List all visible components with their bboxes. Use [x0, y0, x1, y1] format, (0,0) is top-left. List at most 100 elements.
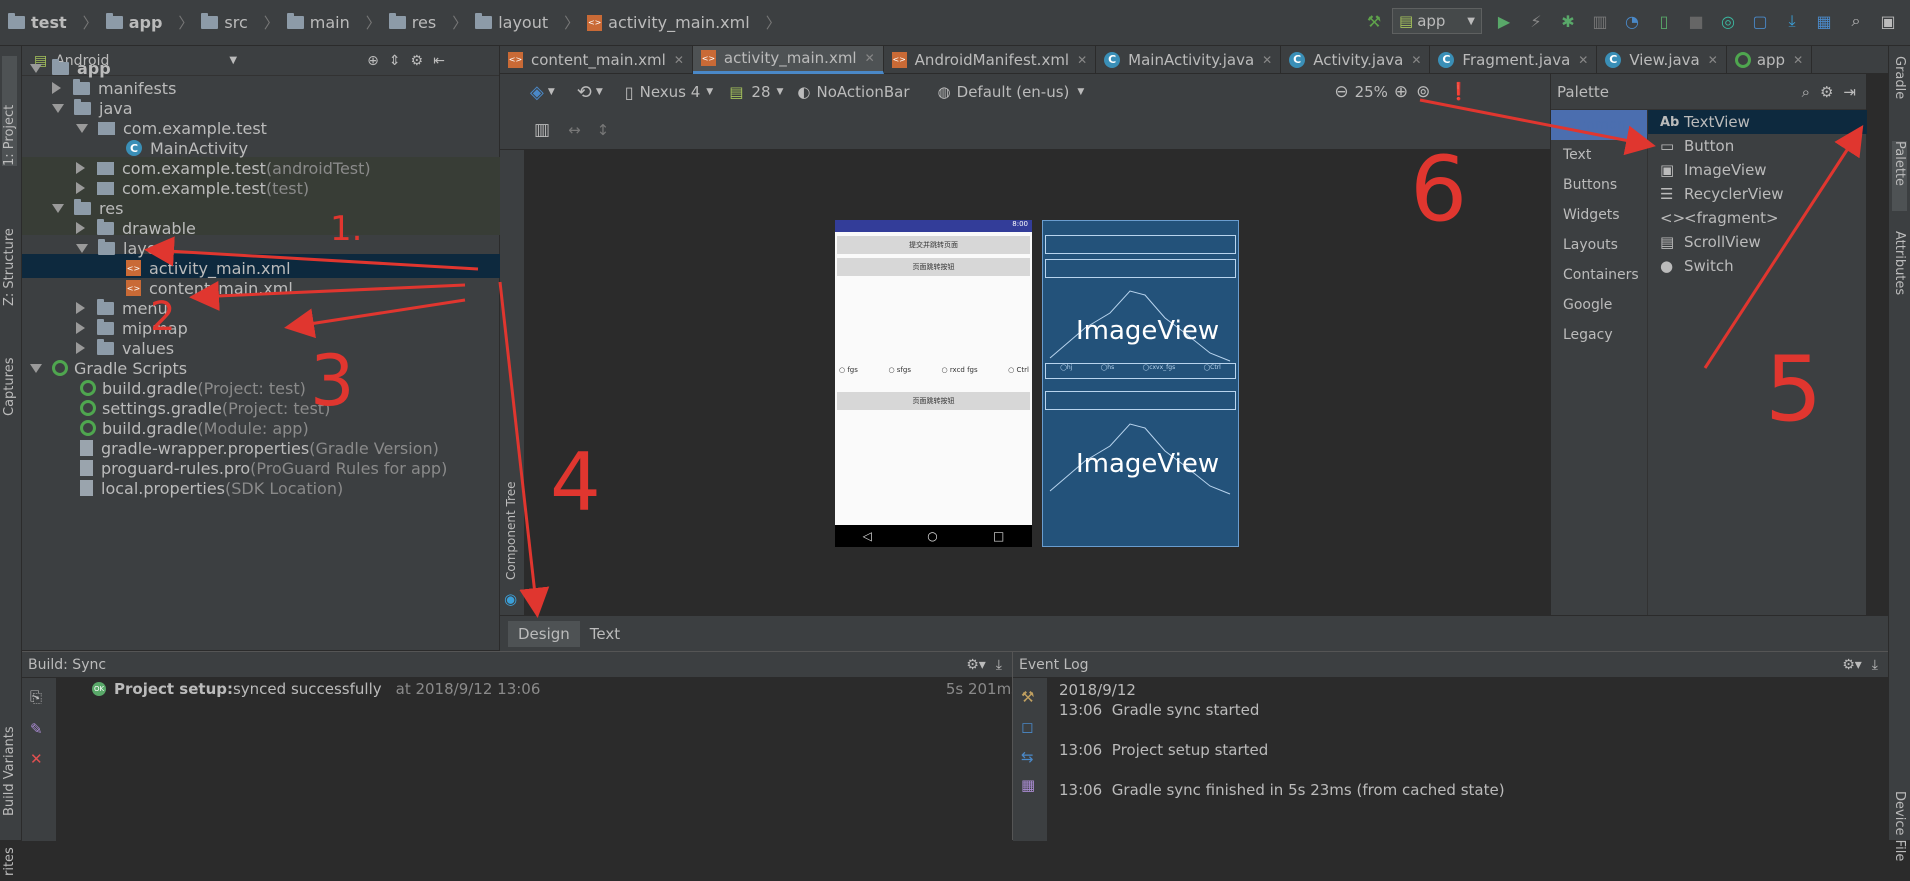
tab-android-manifest[interactable]: <> AndroidManifest.xml ✕ — [884, 45, 1097, 74]
gauge-icon[interactable]: ◔ — [1622, 11, 1642, 31]
palette-category[interactable]: Google — [1551, 290, 1647, 320]
tab-fragment-java[interactable]: C Fragment.java ✕ — [1430, 45, 1598, 74]
device-icon[interactable]: ▯ — [1654, 11, 1674, 31]
split-view-icon[interactable]: ▥ — [534, 120, 550, 140]
balloon-icon[interactable]: ◻ — [1021, 718, 1047, 736]
tab-content-main[interactable]: <> content_main.xml ✕ — [500, 45, 693, 74]
tree-item[interactable]: local.properties (SDK Location) — [80, 476, 343, 500]
breadcrumb-item[interactable]: main — [286, 0, 350, 46]
tool-tab-build-variants[interactable]: Build Variants — [2, 706, 17, 816]
palette-item-switch[interactable]: ● Switch — [1648, 254, 1867, 278]
close-icon[interactable]: ✕ — [30, 750, 56, 768]
crosshair-icon[interactable]: ⊕ — [367, 53, 379, 69]
settings-icon[interactable]: ⚒ — [1021, 688, 1047, 706]
close-icon[interactable]: ✕ — [1578, 53, 1588, 67]
search-icon[interactable]: ⌕ — [1846, 11, 1866, 31]
hide-icon[interactable]: ⇥ — [1843, 83, 1856, 101]
tool-tab-gradle[interactable]: Gradle — [1892, 56, 1907, 126]
palette-item-imageview[interactable]: ▣ ImageView — [1648, 158, 1867, 182]
close-icon[interactable]: ✕ — [1262, 53, 1272, 67]
build-status-row[interactable]: OK Project setup: synced successfully at… — [92, 680, 1027, 698]
collapse-icon[interactable]: ⇕ — [389, 53, 401, 69]
palette-category[interactable]: Layouts — [1551, 230, 1647, 260]
breadcrumb-item[interactable]: app — [105, 0, 162, 46]
tool-tab-project[interactable]: 1: Project — [2, 56, 17, 166]
hide-icon[interactable]: ⇤ — [433, 53, 445, 69]
breadcrumb-item[interactable]: res — [388, 0, 436, 46]
palette-category-common[interactable]: Common — [1551, 110, 1647, 140]
gear-icon[interactable]: ⚙ — [1820, 83, 1833, 101]
blueprint-button[interactable] — [1045, 259, 1236, 278]
theme-select[interactable]: NoActionBar — [817, 83, 910, 101]
chevron-down-icon[interactable]: ▼ — [229, 55, 237, 66]
palette-item-button[interactable]: ▭ Button — [1648, 134, 1867, 158]
api-select[interactable]: 28 — [751, 83, 770, 101]
minimize-icon[interactable]: ⤓ — [1872, 657, 1878, 673]
palette-category[interactable]: Buttons — [1551, 170, 1647, 200]
close-icon[interactable]: ✕ — [1077, 53, 1087, 67]
scroll-icon[interactable]: ▦ — [1021, 776, 1047, 794]
preview-button[interactable]: 提交并跳转页面 — [837, 236, 1030, 254]
run-icon[interactable]: ▶ — [1494, 11, 1514, 31]
palette-category[interactable]: Text — [1551, 140, 1647, 170]
design-canvas[interactable]: 8:00 提交并跳转页面 页面跳转按钮 ○ fgs ○ sfgs ○ rxcd fg… — [524, 150, 1550, 615]
close-icon[interactable]: ✕ — [865, 51, 875, 65]
minimize-icon[interactable]: ⤓ — [996, 657, 1002, 673]
breadcrumb-item[interactable]: test — [8, 0, 67, 46]
tool-tab-attributes[interactable]: Attributes — [1892, 231, 1907, 321]
tab-app[interactable]: app ✕ — [1727, 45, 1813, 74]
pin-icon[interactable]: ✎ — [30, 720, 56, 738]
debug-icon[interactable]: ✱ — [1558, 11, 1578, 31]
gear-icon[interactable]: ⚙▾ — [966, 657, 986, 673]
breadcrumb-item-file[interactable]: <> activity_main.xml — [587, 0, 750, 46]
tab-main-activity[interactable]: C MainActivity.java ✕ — [1096, 45, 1282, 74]
preview-button[interactable]: 页面跳转按钮 — [837, 392, 1030, 410]
blueprint-radio-group[interactable]: ◯hj ◯hs ◯cxvx_fgs ◯Ctrl — [1045, 363, 1236, 379]
avd-manager-icon[interactable]: ▢ — [1750, 11, 1770, 31]
breadcrumb-item[interactable]: layout — [475, 0, 548, 46]
close-icon[interactable]: ✕ — [1708, 53, 1718, 67]
layout-icon[interactable]: ▣ — [1878, 11, 1898, 31]
search-icon[interactable]: ⌕ — [1802, 83, 1810, 101]
zoom-in-icon[interactable]: ⊕ — [1394, 82, 1408, 102]
tool-tab-captures[interactable]: Captures — [2, 336, 17, 416]
profile-icon[interactable]: ▥ — [1590, 11, 1610, 31]
tool-tab-device-file[interactable]: Device File — [1892, 791, 1907, 881]
palette-category[interactable]: Legacy — [1551, 320, 1647, 350]
zoom-fit-icon[interactable]: ⊚ — [1416, 82, 1430, 102]
zoom-out-icon[interactable]: ⊖ — [1334, 82, 1348, 102]
tool-tab-palette[interactable]: Palette — [1892, 141, 1907, 211]
toggle-view-icon[interactable]: ⎘ — [30, 688, 56, 706]
blueprint-preview[interactable]: ImageView ◯hj ◯hs ◯cxvx_fgs ◯Ctrl ImageView — [1042, 220, 1239, 547]
tab-view-java[interactable]: C View.java ✕ — [1597, 45, 1727, 74]
sync-icon[interactable]: ◎ — [1718, 11, 1738, 31]
device-select[interactable]: Nexus 4 — [640, 83, 701, 101]
tab-text[interactable]: Text — [580, 621, 630, 647]
palette-item-scrollview[interactable]: ▤ ScrollView — [1648, 230, 1867, 254]
gear-icon[interactable]: ⚙▾ — [1842, 657, 1862, 673]
component-tree-tab[interactable]: Component Tree ◉ — [500, 150, 524, 615]
close-icon[interactable]: ✕ — [674, 53, 684, 67]
close-icon[interactable]: ✕ — [1411, 53, 1421, 67]
tab-design[interactable]: Design — [508, 620, 580, 647]
stop-icon[interactable]: ■ — [1686, 11, 1706, 31]
structure-icon[interactable]: ▦ — [1814, 11, 1834, 31]
sdk-manager-icon[interactable]: ⤓ — [1782, 11, 1802, 31]
blueprint-button[interactable] — [1045, 235, 1236, 254]
tab-activity-java[interactable]: C Activity.java ✕ — [1281, 45, 1431, 74]
run-config-select[interactable]: ▤ app ▼ — [1392, 8, 1482, 34]
tool-tab-favorites[interactable]: rites — [2, 836, 17, 876]
horizontal-resize-icon[interactable]: ↔ — [568, 121, 581, 139]
tool-tab-structure[interactable]: Z: Structure — [2, 206, 17, 306]
apply-changes-icon[interactable]: ⚡ — [1526, 11, 1546, 31]
blueprint-button[interactable] — [1045, 391, 1236, 410]
warning-icon[interactable]: ❗ — [1448, 82, 1469, 102]
palette-category[interactable]: Widgets — [1551, 200, 1647, 230]
gear-icon[interactable]: ⚙ — [411, 53, 424, 69]
radio-group[interactable]: ○ fgs ○ sfgs ○ rxcd fgs ○ Ctrl — [839, 366, 1029, 374]
vertical-resize-icon[interactable]: ↕ — [597, 121, 610, 139]
tab-activity-main[interactable]: <> activity_main.xml ✕ — [692, 45, 884, 74]
wrap-icon[interactable]: ⇆ — [1021, 748, 1047, 766]
palette-item-recyclerview[interactable]: ☰ RecyclerView — [1648, 182, 1867, 206]
hammer-icon[interactable]: ⚒ — [1364, 11, 1384, 31]
